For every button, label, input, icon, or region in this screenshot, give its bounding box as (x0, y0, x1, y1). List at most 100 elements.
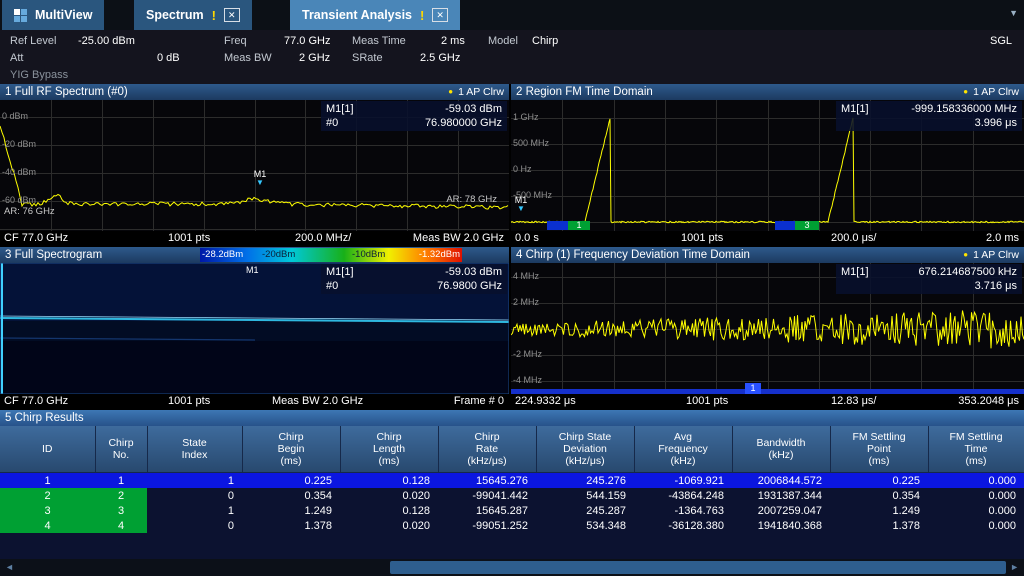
table-cell: 15645.276 (438, 473, 536, 489)
points-value[interactable]: 1001 pts (168, 395, 210, 407)
panel-full-rf-spectrum[interactable]: 1 Full RF Spectrum (#0) ● 1 AP Clrw 0 dB… (0, 84, 509, 247)
points-value[interactable]: 1001 pts (168, 232, 210, 244)
table-cell: 0.128 (340, 503, 438, 518)
marker-m1-label[interactable]: M1 (246, 265, 259, 275)
table-cell: 1.249 (242, 503, 340, 518)
table-cell: -99041.442 (438, 488, 536, 503)
fm-time-plot[interactable]: 1 GHz 500 MHz 0 Hz -500 MHz M1 ▼ 1 3 M1[… (511, 100, 1024, 231)
table-cell: 1 (147, 473, 242, 489)
results-title[interactable]: 5 Chirp Results (0, 410, 1024, 426)
table-cell: 1 (95, 473, 147, 489)
tab-spectrum-label: Spectrum (146, 8, 204, 22)
table-cell: -1069.921 (634, 473, 732, 489)
trace-legend-label: 1 AP Clrw (973, 86, 1019, 98)
trace-legend[interactable]: ● 1 AP Clrw (963, 86, 1019, 98)
panel4-header[interactable]: 4 Chirp (1) Frequency Deviation Time Dom… (511, 247, 1024, 263)
srate-value[interactable]: 2.5 GHz (420, 52, 460, 64)
single-sweep-badge: SGL (990, 35, 1012, 47)
start-time-value[interactable]: 0.0 s (515, 232, 539, 244)
scale-value[interactable]: 200.0 MHz/ (295, 232, 351, 244)
y-axis-label: -60 dBm (2, 195, 36, 205)
tab-transient-label: Transient Analysis (302, 8, 412, 22)
marker-m1-flag[interactable]: M1 ▼ (250, 170, 270, 186)
att-value[interactable]: 0 dB (157, 52, 180, 64)
span-time-value[interactable]: 2.0 ms (986, 232, 1019, 244)
tab-multiview[interactable]: MultiView (2, 0, 104, 30)
y-axis-label: 500 MHz (513, 138, 549, 148)
scrollbar-thumb[interactable] (390, 561, 1006, 574)
model-value[interactable]: Chirp (532, 35, 558, 47)
column-header: Chirp No. (95, 426, 147, 473)
meas-bw-value[interactable]: Meas BW 2.0 GHz (272, 395, 363, 407)
cf-value[interactable]: CF 77.0 GHz (4, 232, 68, 244)
scale-value[interactable]: 200.0 μs/ (831, 232, 876, 244)
panel1-header[interactable]: 1 Full RF Spectrum (#0) ● 1 AP Clrw (0, 84, 509, 100)
panel-region-fm-time-domain[interactable]: 2 Region FM Time Domain ● 1 AP Clrw 1 GH… (511, 84, 1024, 247)
table-cell: 2007259.047 (732, 503, 830, 518)
points-value[interactable]: 1001 pts (686, 395, 728, 407)
scale-mid1-label: -20dBm (262, 249, 295, 260)
panel4-title: 4 Chirp (1) Frequency Deviation Time Dom… (516, 249, 750, 261)
freq-deviation-plot[interactable]: 4 MHz 2 MHz -2 MHz -4 MHz 1 M1[1]676.214… (511, 263, 1024, 394)
chirp-1-badge: 1 (745, 383, 761, 394)
horizontal-scrollbar[interactable]: ◄ ► (0, 559, 1024, 576)
meas-time-value[interactable]: 2 ms (441, 35, 465, 47)
panel-full-spectrogram[interactable]: 3 Full Spectrogram -28.2dBm -20dBm -10dB… (0, 247, 509, 410)
stop-time-value[interactable]: 353.2048 μs (958, 395, 1019, 407)
region-bar (775, 221, 795, 230)
close-icon[interactable]: ✕ (224, 8, 240, 22)
marker-frequency: 76.9800 GHz (437, 279, 502, 293)
table-cell: 0.020 (340, 518, 438, 533)
scroll-left-icon[interactable]: ◄ (5, 562, 14, 572)
cf-value[interactable]: CF 77.0 GHz (4, 395, 68, 407)
marker-value: -59.03 dBm (445, 265, 502, 279)
table-cell: 4 (0, 518, 95, 533)
tab-list-dropdown-icon[interactable]: ▼ (1009, 8, 1018, 18)
table-row[interactable]: 1110.2250.12815645.276245.276-1069.92120… (0, 473, 1024, 489)
scale-value[interactable]: 12.83 μs/ (831, 395, 876, 407)
marker-m1-flag[interactable]: M1 ▼ (511, 196, 531, 212)
meas-bw-value[interactable]: Meas BW 2.0 GHz (413, 232, 504, 244)
results-table: ID Chirp No. State Index Chirp Begin (ms… (0, 426, 1024, 533)
trace-legend[interactable]: ● 1 AP Clrw (448, 86, 504, 98)
y-axis-label: -4 MHz (513, 375, 542, 385)
table-cell: 1 (0, 473, 95, 489)
settings-bar: Ref Level -25.00 dBm Freq 77.0 GHz Meas … (0, 30, 1024, 84)
spectrogram-color-scale[interactable]: -28.2dBm -20dBm -10dBm -1.32dBm (200, 248, 462, 262)
trace-legend[interactable]: ● 1 AP Clrw (963, 249, 1019, 261)
ref-level-value[interactable]: -25.00 dBm (78, 35, 135, 47)
table-cell: 3 (0, 503, 95, 518)
scroll-right-icon[interactable]: ► (1010, 562, 1019, 572)
close-icon[interactable]: ✕ (432, 8, 448, 22)
freq-value[interactable]: 77.0 GHz (284, 35, 330, 47)
y-axis-label: 2 MHz (513, 297, 539, 307)
table-row[interactable]: 3311.2490.12815645.287245.287-1364.76320… (0, 503, 1024, 518)
panel3-header[interactable]: 3 Full Spectrogram -28.2dBm -20dBm -10dB… (0, 247, 509, 263)
tab-spectrum[interactable]: Spectrum ! ✕ (134, 0, 252, 30)
panel2-header[interactable]: 2 Region FM Time Domain ● 1 AP Clrw (511, 84, 1024, 100)
tab-transient-analysis[interactable]: Transient Analysis ! ✕ (290, 0, 460, 30)
meas-bw-value[interactable]: 2 GHz (299, 52, 330, 64)
start-time-value[interactable]: 224.9332 μs (515, 395, 576, 407)
marker-value: -59.03 dBm (445, 102, 502, 116)
points-value[interactable]: 1001 pts (681, 232, 723, 244)
att-label: Att (10, 52, 23, 64)
column-header: FM Settling Point (ms) (830, 426, 928, 473)
table-cell: 15645.287 (438, 503, 536, 518)
srate-label: SRate (352, 52, 383, 64)
spectrogram-plot[interactable]: M1 M1[1]-59.03 dBm #076.9800 GHz (0, 263, 509, 394)
marker-time: 3.716 μs (975, 279, 1017, 293)
y-axis-label: -20 dBm (2, 139, 36, 149)
panel-chirp-results[interactable]: 5 Chirp Results ID Chirp No. State Index… (0, 410, 1024, 559)
marker-down-icon: ▼ (250, 179, 270, 186)
frame-value[interactable]: Frame # 0 (454, 395, 504, 407)
marker-frame: #0 (326, 116, 338, 130)
table-cell: 1.378 (830, 518, 928, 533)
table-row[interactable]: 2200.3540.020-99041.442544.159-43864.248… (0, 488, 1024, 503)
table-row[interactable]: 4401.3780.020-99051.252534.348-36128.380… (0, 518, 1024, 533)
table-cell: 0.128 (340, 473, 438, 489)
spectrum-plot[interactable]: 0 dBm -20 dBm -40 dBm -60 dBm M1 ▼ AR: 7… (0, 100, 509, 231)
column-header: Chirp Begin (ms) (242, 426, 340, 473)
y-axis-label: 4 MHz (513, 271, 539, 281)
panel-chirp-freq-deviation[interactable]: 4 Chirp (1) Frequency Deviation Time Dom… (511, 247, 1024, 410)
